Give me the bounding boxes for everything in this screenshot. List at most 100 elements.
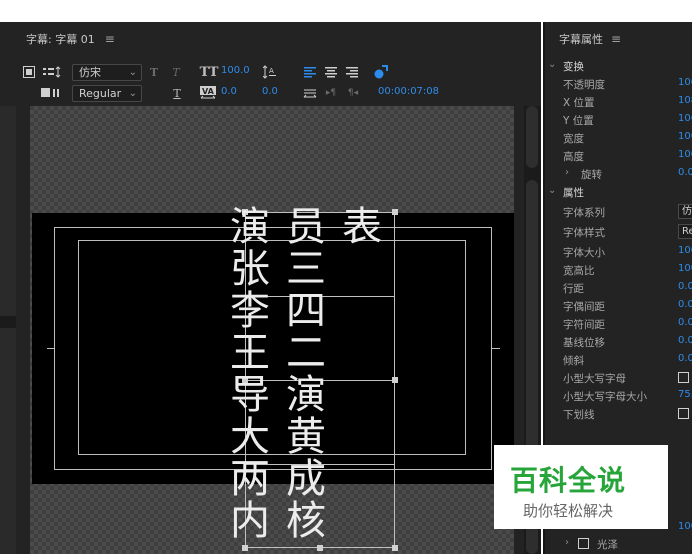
prop-underline: 下划线 [545,405,692,423]
prop-x-position: X 位置 108 [545,93,692,111]
properties-panel-tab[interactable]: 字幕属性 [559,31,603,47]
font-style-dropdown[interactable]: Regular ⌄ [72,84,142,102]
credits-char: 演 [286,372,326,418]
resize-handle[interactable] [317,545,323,551]
underline-icon[interactable]: T [171,85,183,101]
section-transform[interactable]: ⌄ 变换 [545,57,692,75]
prop-leading: 行距 0.0 [545,279,692,297]
prop-value[interactable]: 108 [678,95,692,106]
prop-label: 小型大写字母 [563,373,626,385]
prop-value[interactable]: 0.0 [678,317,692,328]
font-size-value[interactable]: 100.0 [221,65,250,76]
credits-char: 导 [230,372,270,418]
credits-char: 四 [286,288,326,334]
paragraph-back-icon[interactable]: ¶◂ [344,85,362,101]
prop-label: 字体大小 [563,247,605,259]
tab-stops-icon[interactable] [40,85,62,101]
prop-width: 宽度 100 [545,129,692,147]
prop-value[interactable]: 100 [678,245,692,256]
prop-value[interactable]: 100 [678,263,692,274]
prop-value[interactable]: 100 [678,131,692,142]
credits-text[interactable]: 演员表 张三 李四 王二 导演 大黄 两成 内核 [230,206,410,542]
prop-opacity: 不透明度 100 [545,75,692,93]
font-size-icon: TT [199,64,219,80]
credits-char: 核 [286,498,326,544]
chevron-down-icon: ⌄ [548,185,557,196]
credits-char: 成 [286,456,326,502]
credits-line: 两成 [230,458,410,500]
prop-small-caps-size: 小型大写字母大小 75. [545,387,692,405]
section-properties[interactable]: ⌄ 属性 [545,183,692,201]
align-center-icon[interactable] [324,64,338,80]
title-designer-panel: 字幕: 字幕 01 ≡ 仿宋 ⌄ T T TT 100.0 A Regular … [0,22,541,554]
prop-label: 行距 [563,283,584,295]
scrollbar-thumb[interactable] [526,106,538,168]
prop-value[interactable]: 0.0 [678,167,692,178]
prop-label: 小型大写字母大小 [563,391,647,403]
panel-menu-icon[interactable]: ≡ [611,32,621,46]
prop-value[interactable]: 100 [678,149,692,160]
prop-y-position: Y 位置 106 [545,111,692,129]
prop-rotation[interactable]: › 旋转 0.0 [545,165,692,183]
section-label: 属性 [563,187,584,199]
properties-panel-header: 字幕属性 ≡ [545,22,621,56]
distribute-spacing-icon[interactable] [302,85,318,101]
title-toolbar: 仿宋 ⌄ T T TT 100.0 A Regular ⌄ T VA 0.0 0… [0,56,541,106]
align-right-icon[interactable] [345,64,359,80]
prop-baseline-shift: 基线位移 0.0 [545,333,692,351]
prop-font-family: 字体系列 仿 [545,203,692,221]
font-style-value: Regular [79,86,122,100]
paragraph-forward-icon[interactable]: ▸¶ [322,85,340,101]
font-style-dropdown[interactable]: Re [678,224,692,239]
center-mark-left [47,348,55,349]
small-caps-checkbox[interactable] [678,372,689,383]
prop-aspect: 宽高比 100 [545,261,692,279]
prop-value[interactable]: 100 [678,77,692,88]
credits-line: 王二 [230,332,410,374]
prop-label: 光泽 [597,539,618,551]
prop-value[interactable]: 100 [678,521,692,532]
prop-small-caps: 小型大写字母 [545,369,692,387]
panel-menu-icon[interactable]: ≡ [105,32,115,46]
credits-char: 三 [286,246,326,292]
prop-label: 字符间距 [563,319,605,331]
prop-font-style: 字体样式 Re [545,223,692,241]
prop-height: 高度 100 [545,147,692,165]
title-panel-header: 字幕: 字幕 01 ≡ [0,22,541,56]
bold-icon[interactable]: T [148,64,160,80]
gloss-checkbox[interactable] [578,538,589,549]
credits-char: 两 [230,456,270,502]
prop-slant: 倾斜 0.0 [545,351,692,369]
left-gutter [0,106,16,554]
prop-label: 宽高比 [563,265,595,277]
prop-value[interactable]: 0.0 [678,299,692,310]
title-based-template-icon[interactable] [22,64,36,80]
show-background-video-icon[interactable] [372,64,390,80]
font-family-dropdown[interactable]: 仿宋 ⌄ [72,63,142,81]
prop-value[interactable]: 106 [678,113,692,124]
align-left-icon[interactable] [303,64,317,80]
svg-text:A: A [269,67,274,75]
watermark-logo: 百科全说 助你轻松解决 [494,445,668,529]
svg-text:VA: VA [202,87,215,96]
credits-char: 内 [230,498,270,544]
italic-icon[interactable]: T [170,64,182,80]
timecode-display[interactable]: 00:00:07:08 [378,86,439,97]
prop-value[interactable]: 0.0 [678,335,692,346]
title-canvas[interactable]: 演员表 张三 李四 王二 导演 大黄 两成 内核 [30,106,514,554]
prop-label: 不透明度 [563,79,605,91]
prop-gloss[interactable]: › 光泽 [545,535,692,553]
prop-value[interactable]: 0.0 [678,353,692,364]
roll-crawl-options-icon[interactable] [42,64,64,80]
prop-label: 宽度 [563,133,584,145]
tracking-value[interactable]: 0.0 [262,86,278,97]
kerning-value[interactable]: 0.0 [221,86,237,97]
resize-handle[interactable] [392,545,398,551]
left-gutter-upper [0,106,16,316]
prop-value[interactable]: 75. [678,389,692,400]
underline-checkbox[interactable] [678,408,689,419]
font-family-dropdown[interactable]: 仿 [678,204,692,219]
resize-handle[interactable] [242,545,248,551]
title-panel-tab[interactable]: 字幕: 字幕 01 [26,31,95,47]
prop-value[interactable]: 0.0 [678,281,692,292]
